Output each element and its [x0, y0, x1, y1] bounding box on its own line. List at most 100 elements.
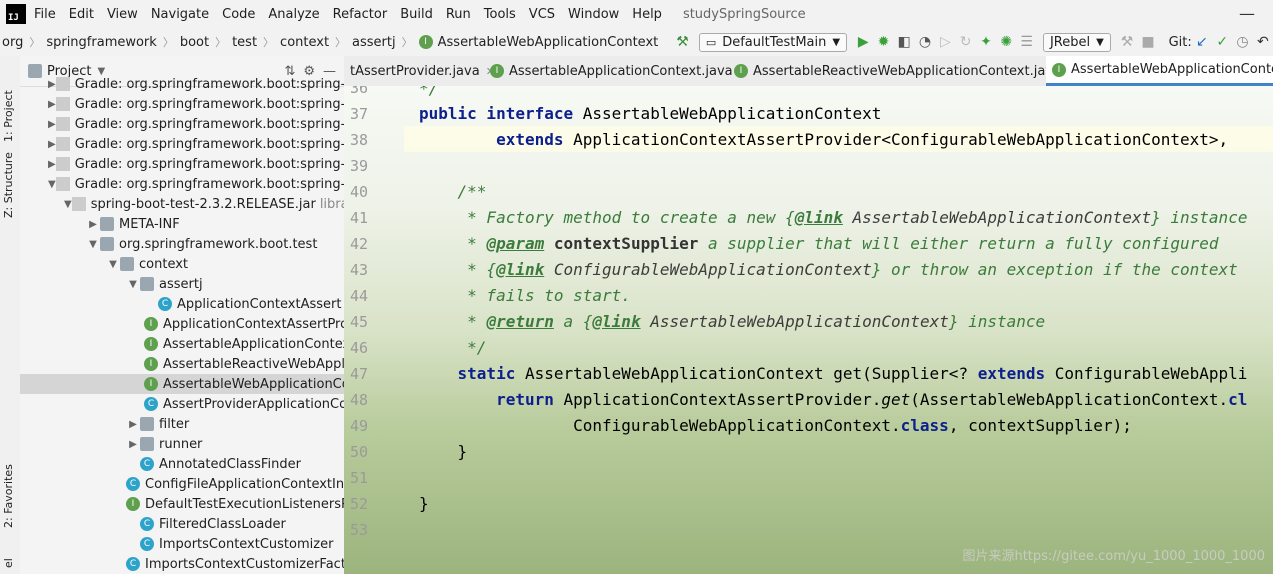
- menu-file[interactable]: File: [34, 7, 56, 22]
- tree-row[interactable]: ▶ runner: [20, 434, 344, 454]
- breadcrumb-assertj[interactable]: assertj: [352, 35, 396, 50]
- menu-navigate[interactable]: Navigate: [151, 7, 209, 22]
- run-configuration-select[interactable]: ▭ DefaultTestMain ▼: [698, 32, 848, 52]
- menu-analyze[interactable]: Analyze: [268, 7, 319, 22]
- breadcrumb-class[interactable]: AssertableWebApplicationContext: [438, 35, 659, 50]
- expand-arrow-open-icon[interactable]: ▼: [86, 239, 100, 250]
- tree-row[interactable]: C AnnotatedClassFinder: [20, 454, 344, 474]
- expand-arrow-open-icon[interactable]: ▼: [106, 259, 120, 270]
- tab-assertableapplicationcontext[interactable]: I AssertableApplicationContext.java✕: [484, 56, 754, 86]
- tree-row-label: ApplicationContextAssert: [177, 296, 342, 312]
- expand-arrow-icon[interactable]: ▶: [48, 79, 56, 90]
- hammer-icon[interactable]: ⚒: [1121, 34, 1134, 50]
- jrebel-run-icon[interactable]: ✦: [980, 34, 992, 50]
- expand-arrow-icon[interactable]: ▶: [48, 99, 56, 110]
- git-history-icon[interactable]: ◷: [1236, 34, 1248, 50]
- menu-tools[interactable]: Tools: [484, 7, 516, 22]
- tree-row[interactable]: ▼ spring-boot-test-2.3.2.RELEASE.jarlibra…: [20, 194, 344, 214]
- tree-row-label: filter: [159, 416, 190, 432]
- restart-icon[interactable]: ↻: [959, 34, 972, 50]
- expand-arrow-icon[interactable]: ▶: [126, 439, 140, 450]
- menu-vcs[interactable]: VCS: [529, 7, 555, 22]
- navigation-bar: org 〉 springframework 〉 boot 〉 test 〉 contex…: [0, 28, 1273, 57]
- jrebel-debug-icon[interactable]: ✺: [1000, 34, 1012, 50]
- tool-tab-other[interactable]: el: [2, 558, 15, 568]
- breadcrumb-springframework[interactable]: springframework: [46, 35, 156, 50]
- tree-row[interactable]: ▼ context: [20, 254, 344, 274]
- folder-icon: [140, 417, 154, 431]
- tree-row[interactable]: C ImportsContextCustomizerFacto: [20, 554, 344, 574]
- menu-code[interactable]: Code: [222, 7, 255, 22]
- tree-row[interactable]: I ApplicationContextAssertPro: [20, 314, 344, 334]
- expand-arrow-icon[interactable]: ▶: [48, 159, 56, 170]
- tree-row[interactable]: ▶ Gradle: org.springframework.boot:spring…: [20, 154, 344, 174]
- breadcrumb-context[interactable]: context: [280, 35, 329, 50]
- menu-help[interactable]: Help: [632, 7, 662, 22]
- library-icon: [55, 177, 70, 191]
- tree-row[interactable]: ▼ org.springframework.boot.test: [20, 234, 344, 254]
- menu-edit[interactable]: Edit: [69, 7, 94, 22]
- code-line: * @return a {@link AssertableWebApplicat…: [419, 312, 1046, 331]
- breadcrumb-test[interactable]: test: [232, 35, 257, 50]
- git-rollback-icon[interactable]: ↶: [1257, 34, 1269, 50]
- tree-row[interactable]: ▼ assertj: [20, 274, 344, 294]
- git-commit-icon[interactable]: ✓: [1216, 34, 1228, 50]
- expand-arrow-icon[interactable]: ▶: [48, 119, 56, 130]
- line-number: 44: [349, 287, 368, 305]
- profile-icon[interactable]: ◔: [919, 34, 931, 50]
- expand-arrow-icon[interactable]: ▶: [86, 219, 100, 230]
- debug-icon[interactable]: ✹: [877, 34, 890, 50]
- minimize-button[interactable]: —: [1239, 4, 1255, 23]
- menu-run[interactable]: Run: [446, 7, 471, 22]
- menu-window[interactable]: Window: [568, 7, 619, 22]
- tool-tab-project[interactable]: 1: Project: [2, 90, 15, 142]
- tree-row[interactable]: ▶ META-INF: [20, 214, 344, 234]
- tree-row[interactable]: C FilteredClassLoader: [20, 514, 344, 534]
- code-editor[interactable]: 36 37 38 39 40 41 42 43 44 45 46 47 48 49 50 51 52 53 */ …: [344, 86, 1273, 574]
- interface-icon: I: [144, 317, 158, 331]
- expand-arrow-open-icon[interactable]: ▼: [64, 199, 72, 210]
- tree-row[interactable]: I AssertableReactiveWebAppl: [20, 354, 344, 374]
- library-icon: [55, 157, 70, 171]
- tree-row[interactable]: ▶ Gradle: org.springframework.boot:spring…: [20, 134, 344, 154]
- tab-assertprovider[interactable]: tAssertProvider.java✕: [344, 56, 501, 86]
- menu-view[interactable]: View: [107, 7, 138, 22]
- tree-row[interactable]: ▶ Gradle: org.springframework.boot:spring…: [20, 94, 344, 114]
- tree-row-suffix: library: [319, 196, 344, 212]
- tree-row[interactable]: I AssertableApplicationContex: [20, 334, 344, 354]
- interface-icon: I: [144, 337, 158, 351]
- run-icon[interactable]: ▶: [857, 34, 869, 50]
- expand-arrow-open-icon[interactable]: ▼: [48, 179, 56, 190]
- tool-tab-favorites[interactable]: 2: Favorites: [2, 464, 15, 528]
- tree-row[interactable]: ▶ filter: [20, 414, 344, 434]
- tool-tab-structure[interactable]: Z: Structure: [2, 152, 15, 218]
- run-config-label: DefaultTestMain: [722, 34, 827, 50]
- tree-row[interactable]: ▶ Gradle: org.springframework.boot:spring…: [20, 114, 344, 134]
- breadcrumb-boot[interactable]: boot: [180, 35, 209, 50]
- intellij-logo-icon: IJ: [4, 2, 28, 26]
- tree-row[interactable]: C ApplicationContextAssert: [20, 294, 344, 314]
- expand-arrow-icon[interactable]: ▶: [126, 419, 140, 430]
- tree-row[interactable]: I AssertableWebApplicationCo: [20, 374, 344, 394]
- tab-assertablewebapplicationcontext[interactable]: I AssertableWebApplicationContext.j: [1046, 56, 1273, 86]
- breadcrumb-org[interactable]: org: [2, 35, 23, 50]
- tree-row[interactable]: ▼ Gradle: org.springframework.boot:spring…: [20, 174, 344, 194]
- menu-build[interactable]: Build: [400, 7, 433, 22]
- expand-arrow-open-icon[interactable]: ▼: [126, 279, 140, 290]
- expand-arrow-icon[interactable]: ▶: [48, 139, 56, 150]
- menu-refactor[interactable]: Refactor: [333, 7, 388, 22]
- build-hammer-icon[interactable]: ⚒: [676, 34, 689, 50]
- git-update-icon[interactable]: ↙: [1196, 34, 1208, 50]
- interface-icon: I: [144, 377, 158, 391]
- jrebel-list-icon[interactable]: ☰: [1020, 34, 1033, 50]
- tab-assertablereactivewebapplicationcontext[interactable]: I AssertableReactiveWebApplicationContex…: [728, 56, 1082, 86]
- stop-icon[interactable]: ■: [1141, 34, 1154, 50]
- tree-row[interactable]: ▶ Gradle: org.springframework.boot:spring…: [20, 74, 344, 94]
- coverage-icon[interactable]: ◧: [898, 34, 911, 50]
- tree-row[interactable]: C AssertProviderApplicationCo: [20, 394, 344, 414]
- tree-row[interactable]: I DefaultTestExecutionListenersPo: [20, 494, 344, 514]
- tree-row[interactable]: C ConfigFileApplicationContextInit: [20, 474, 344, 494]
- tree-row[interactable]: C ImportsContextCustomizer: [20, 534, 344, 554]
- jrebel-select[interactable]: JRebel ▼: [1042, 32, 1111, 52]
- attach-icon[interactable]: ▷: [939, 34, 951, 50]
